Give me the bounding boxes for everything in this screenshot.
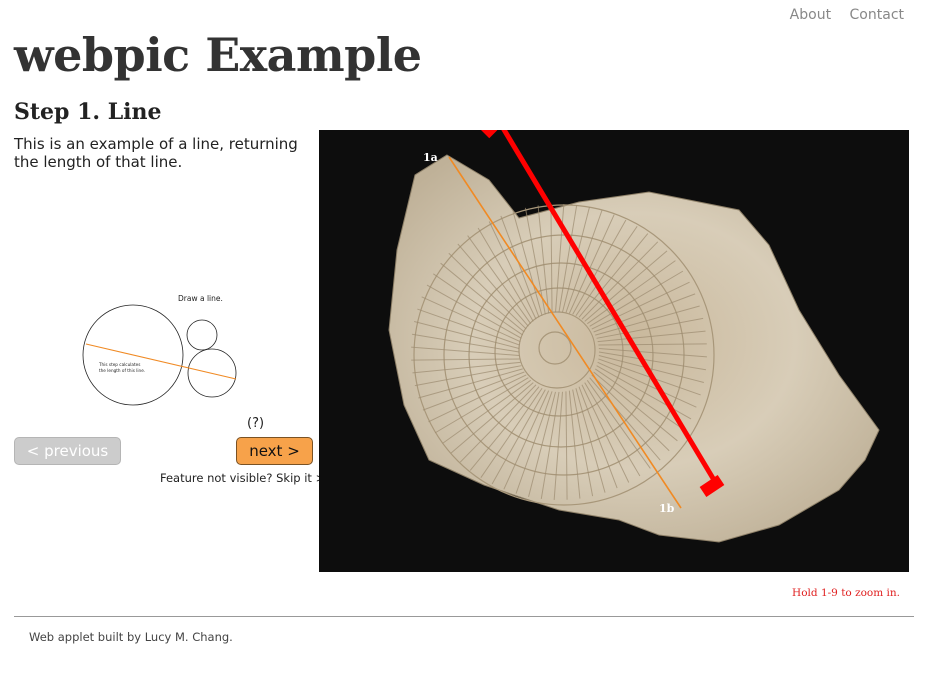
next-button[interactable]: next >: [236, 437, 313, 465]
help-link[interactable]: (?): [247, 416, 264, 431]
footer-divider: [14, 616, 914, 617]
skip-prefix: Feature not visible?: [160, 471, 273, 485]
site-title: webpic Example: [14, 28, 422, 82]
step-description: This is an example of a line, returning …: [14, 135, 298, 171]
instruction-diagram: Draw a line. This step calculates the le…: [82, 290, 242, 408]
skip-notice: Feature not visible? Skip it >: [160, 471, 325, 485]
diagram-note-line2: the length of this line.: [99, 368, 145, 373]
previous-button[interactable]: < previous: [14, 437, 121, 465]
step-title: Step 1. Line: [14, 99, 162, 125]
fossil-photo-canvas[interactable]: 1a 1b: [319, 130, 909, 572]
footer-credit: Web applet built by Lucy M. Chang.: [29, 630, 233, 644]
diagram-small-circle: [186, 319, 218, 351]
top-nav: About Contact: [776, 7, 904, 23]
point-1a-label: 1a: [423, 151, 438, 164]
diagram-caption: Draw a line.: [178, 294, 223, 303]
skip-link[interactable]: Skip it >: [276, 471, 325, 485]
zoom-hint: Hold 1-9 to zoom in.: [792, 587, 900, 599]
nav-about-link[interactable]: About: [790, 7, 831, 23]
diagram-note-line1: This step calculates: [98, 362, 140, 367]
point-1b-label: 1b: [659, 502, 675, 515]
nav-contact-link[interactable]: Contact: [850, 7, 904, 23]
